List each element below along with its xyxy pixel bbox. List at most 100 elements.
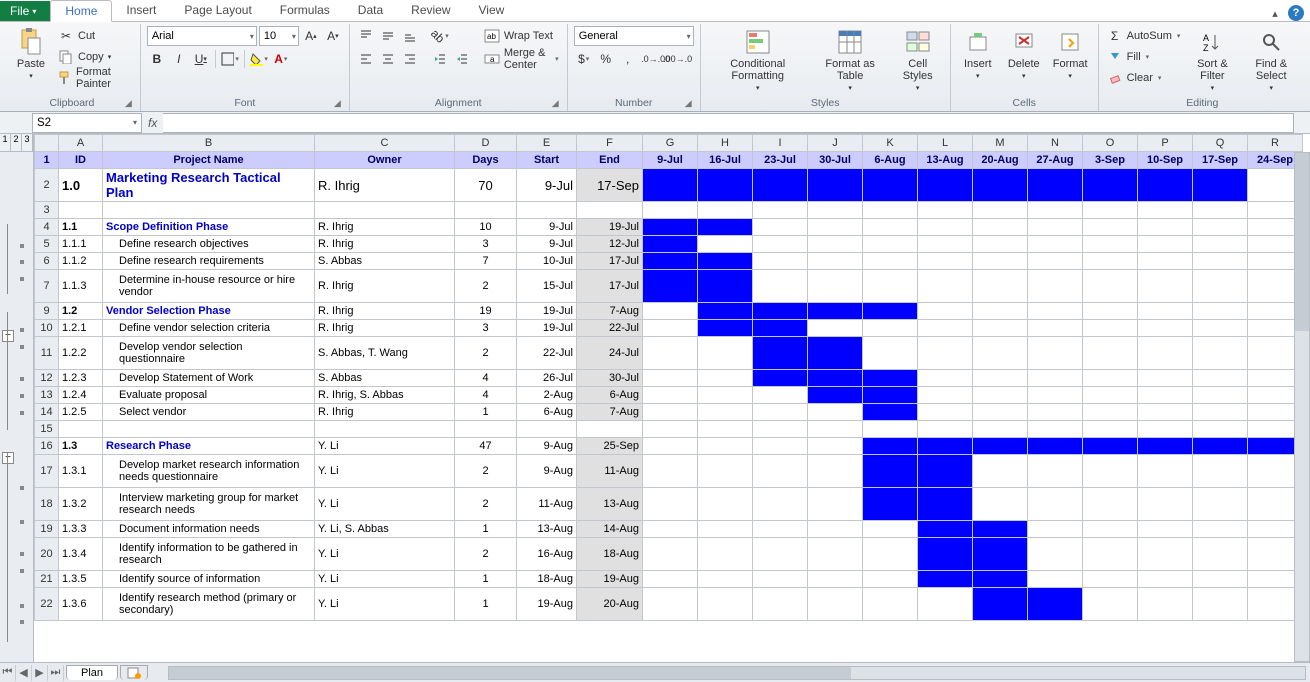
row-header[interactable]: 22 [35,588,59,621]
col-header[interactable]: Q [1193,135,1248,152]
row-header[interactable]: 15 [35,421,59,438]
col-header[interactable] [35,135,59,152]
horizontal-scrollbar[interactable] [168,666,1306,680]
format-painter-button[interactable]: Format Painter [56,68,134,88]
tab-home[interactable]: Home [50,0,112,22]
autosum-button[interactable]: ΣAutoSum [1105,26,1183,46]
fx-icon[interactable]: fx [148,116,157,130]
percent-button[interactable]: % [596,49,616,69]
row-header[interactable]: 6 [35,253,59,270]
row-header[interactable]: 11 [35,337,59,370]
col-header[interactable]: G [643,135,698,152]
row-header[interactable]: 17 [35,455,59,488]
row-header[interactable]: 2 [35,169,59,202]
comma-button[interactable]: , [618,49,638,69]
col-header[interactable]: K [863,135,918,152]
decrease-indent-button[interactable] [430,49,450,69]
col-header[interactable]: E [517,135,577,152]
outline-column[interactable]: 123 − − [0,134,34,662]
increase-font-button[interactable]: A▴ [301,26,321,46]
italic-button[interactable]: I [169,49,189,69]
row-header[interactable]: 5 [35,236,59,253]
col-header[interactable]: L [918,135,973,152]
tab-view[interactable]: View [465,0,519,21]
dialog-launcher-icon[interactable]: ◢ [125,98,132,109]
col-header[interactable]: A [59,135,103,152]
font-name-combo[interactable]: Arial [147,26,257,46]
sheet-tab[interactable]: Plan [66,665,118,680]
fill-button[interactable]: Fill [1105,47,1183,67]
row-header[interactable]: 1 [35,152,59,169]
align-left-button[interactable] [356,49,376,69]
bold-button[interactable]: B [147,49,167,69]
col-header[interactable]: O [1083,135,1138,152]
col-header[interactable]: P [1138,135,1193,152]
dialog-launcher-icon[interactable]: ◢ [685,98,692,109]
minimize-ribbon-icon[interactable]: ▴ [1268,6,1282,20]
row-header[interactable]: 16 [35,438,59,455]
accounting-format-button[interactable]: $ [574,49,594,69]
tab-review[interactable]: Review [397,0,464,21]
outline-collapse-button[interactable]: − [2,330,14,342]
decrease-decimal-button[interactable]: .00→.0 [668,49,688,69]
merge-center-button[interactable]: aMerge & Center [482,49,561,69]
align-center-button[interactable] [378,49,398,69]
underline-button[interactable]: U▾ [191,49,211,69]
row-header[interactable]: 21 [35,571,59,588]
decrease-font-button[interactable]: A▾ [323,26,343,46]
tab-page-layout[interactable]: Page Layout [170,0,265,21]
col-header[interactable]: I [753,135,808,152]
outline-level-3[interactable]: 3 [22,134,33,151]
col-header[interactable]: C [315,135,455,152]
align-right-button[interactable] [400,49,420,69]
outline-level-2[interactable]: 2 [11,134,22,151]
insert-cells-button[interactable]: Insert▾ [957,26,999,82]
sheet-nav-prev[interactable]: ◀ [16,665,32,681]
col-header[interactable]: F [577,135,643,152]
copy-button[interactable]: Copy▾ [56,47,134,67]
row-header[interactable]: 20 [35,538,59,571]
grid[interactable]: ABCDEFGHIJKLMNOPQR1IDProject NameOwnerDa… [34,134,1310,662]
align-middle-button[interactable] [378,26,398,46]
vertical-scrollbar[interactable] [1294,152,1310,662]
sort-filter-button[interactable]: AZSort & Filter▾ [1186,26,1238,94]
row-header[interactable]: 4 [35,219,59,236]
clear-button[interactable]: Clear [1105,68,1183,88]
conditional-formatting-button[interactable]: Conditional Formatting▾ [707,26,809,94]
tab-formulas[interactable]: Formulas [266,0,344,21]
find-select-button[interactable]: Find & Select▾ [1242,26,1300,94]
row-header[interactable]: 19 [35,521,59,538]
number-format-combo[interactable]: General [574,26,694,46]
border-button[interactable] [220,49,240,69]
fill-color-button[interactable] [249,49,269,69]
outline-collapse-button[interactable]: − [2,452,14,464]
format-cells-button[interactable]: Format▾ [1049,26,1092,82]
tab-insert[interactable]: Insert [112,0,170,21]
outline-level-1[interactable]: 1 [0,134,11,151]
delete-cells-button[interactable]: Delete▾ [1003,26,1045,82]
col-header[interactable]: J [808,135,863,152]
dialog-launcher-icon[interactable]: ◢ [334,98,341,109]
col-header[interactable]: H [698,135,753,152]
help-icon[interactable]: ? [1288,5,1304,21]
col-header[interactable]: R [1248,135,1303,152]
name-box[interactable]: S2▾ [32,113,142,133]
row-header[interactable]: 14 [35,404,59,421]
align-bottom-button[interactable] [400,26,420,46]
dialog-launcher-icon[interactable]: ◢ [552,98,559,109]
formula-input[interactable] [163,113,1294,133]
orientation-button[interactable]: ab [430,26,450,46]
font-color-button[interactable]: A [271,49,291,69]
row-header[interactable]: 3 [35,202,59,219]
col-header[interactable]: B [103,135,315,152]
row-header[interactable]: 13 [35,387,59,404]
sheet-nav-first[interactable]: ⏮ [0,665,16,681]
cell-styles-button[interactable]: Cell Styles▾ [892,26,944,94]
row-header[interactable]: 12 [35,370,59,387]
paste-button[interactable]: Paste▾ [10,26,52,82]
increase-indent-button[interactable] [452,49,472,69]
font-size-combo[interactable]: 10 [259,26,299,46]
row-header[interactable]: 18 [35,488,59,521]
new-sheet-button[interactable] [120,665,148,680]
align-top-button[interactable] [356,26,376,46]
